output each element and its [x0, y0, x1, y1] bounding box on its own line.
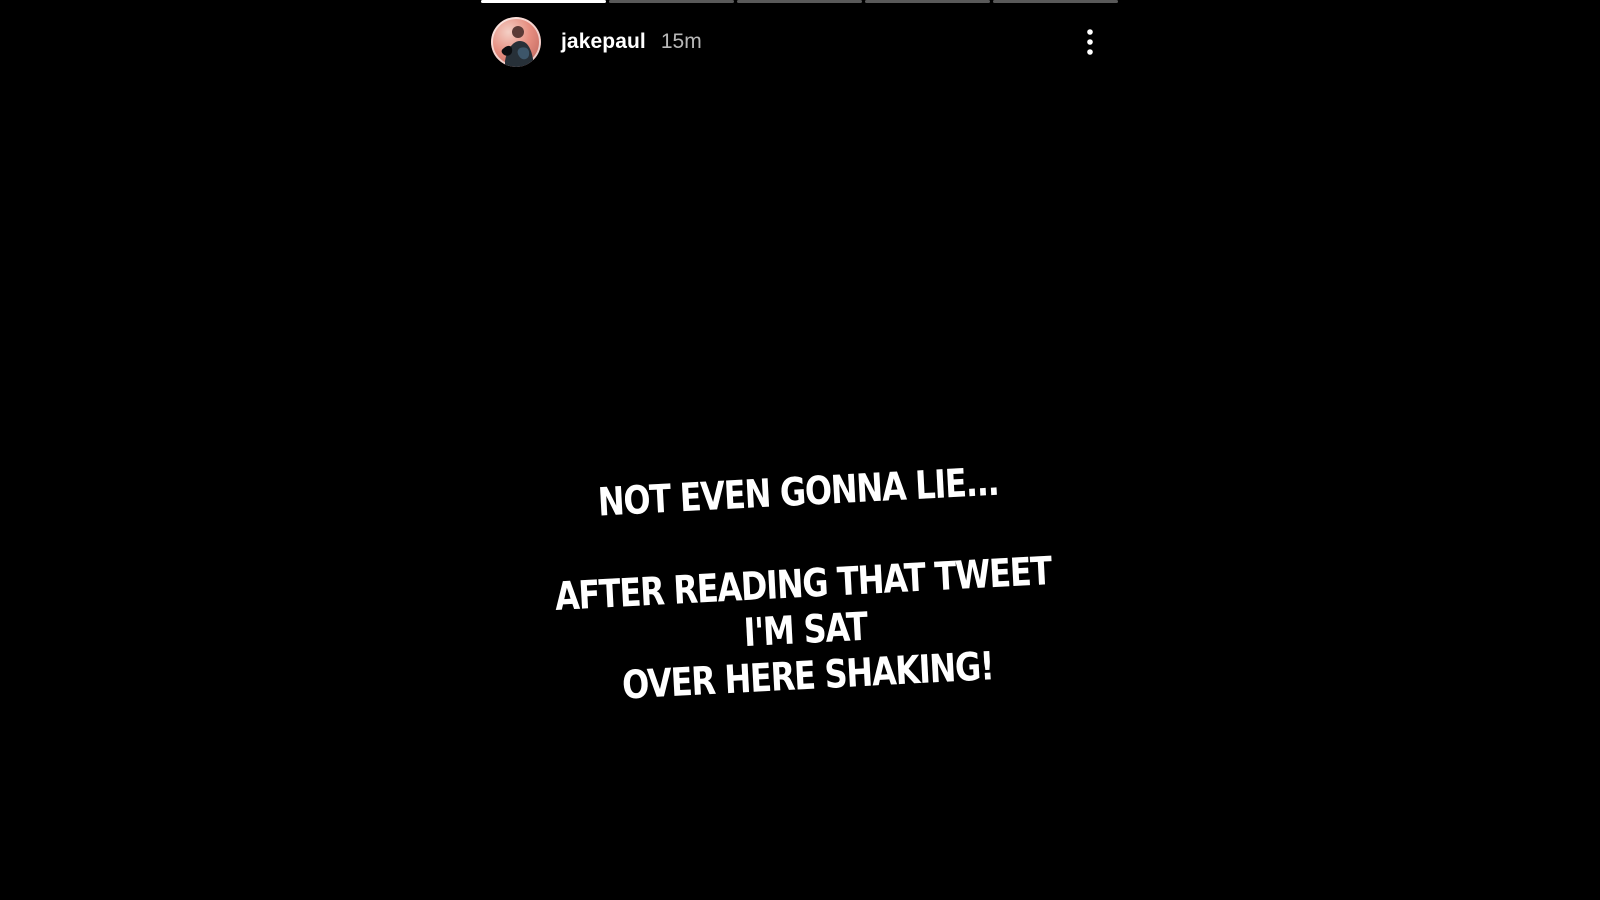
story-progress-segment-5: [993, 0, 1118, 3]
story-viewer: jakepaul 15m NOT EVEN GONNA LIE... AFTER…: [0, 0, 1600, 900]
story-timestamp: 15m: [660, 30, 702, 53]
story-progress-segment-4: [865, 0, 990, 3]
user-avatar[interactable]: [491, 17, 541, 67]
more-vertical-icon: [1087, 29, 1093, 55]
story-progress-segment-2: [609, 0, 734, 3]
story-progress-segment-3: [737, 0, 862, 3]
story-progress-fill-1: [481, 0, 606, 3]
more-options-button[interactable]: [1074, 22, 1106, 62]
story-frame[interactable]: jakepaul 15m: [481, 0, 1118, 900]
story-text: NOT EVEN GONNA LIE... AFTER READING THAT…: [472, 453, 1133, 717]
story-header: jakepaul 15m: [491, 16, 1106, 68]
story-progress-segment-1: [481, 0, 606, 3]
story-progress-bar: [481, 0, 1118, 3]
profile-photo-icon: [491, 17, 541, 67]
story-username[interactable]: jakepaul: [561, 30, 646, 54]
